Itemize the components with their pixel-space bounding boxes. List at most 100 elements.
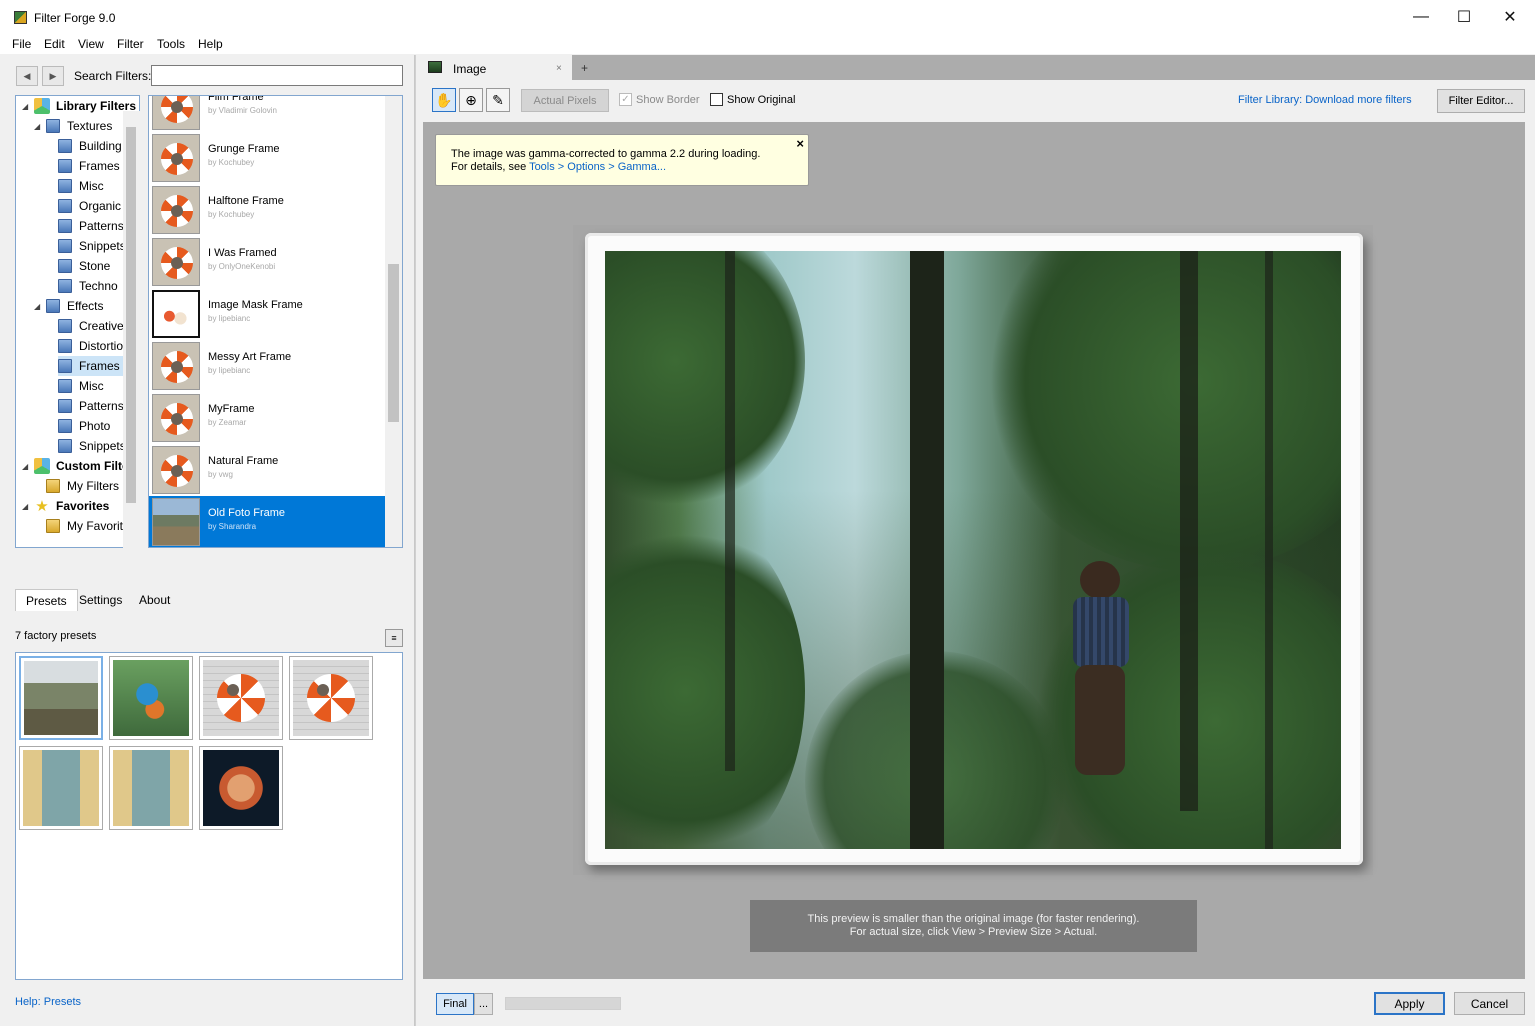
tree-item-label: Misc	[79, 379, 104, 393]
preset-thumbnail[interactable]	[19, 656, 103, 740]
preset-thumbnail[interactable]	[109, 746, 193, 830]
tree-item-label: Stone	[79, 259, 111, 273]
menu-file[interactable]: File	[12, 37, 31, 51]
filter-author: by vwg	[208, 470, 233, 479]
folder-icon	[58, 279, 72, 293]
tree-scrollbar[interactable]	[123, 111, 140, 548]
tree-item-label: Patterns	[79, 219, 124, 233]
close-notification-icon[interactable]: ×	[796, 137, 804, 150]
filter-list-item[interactable]: I Was Framed by OnlyOneKenobi	[149, 236, 386, 288]
filter-name: Messy Art Frame	[208, 351, 292, 363]
tree-item-label: Frames	[79, 159, 120, 173]
preset-menu-icon[interactable]: ≡	[385, 629, 403, 647]
zoom-tool-icon[interactable]: ⊕	[459, 88, 483, 112]
more-options-button[interactable]: ...	[474, 993, 493, 1015]
preset-thumbnail[interactable]	[289, 656, 373, 740]
filter-list-scrollbar[interactable]	[385, 96, 402, 547]
filter-author: by Sharandra	[208, 522, 257, 531]
preview-image	[573, 225, 1373, 875]
folder-icon	[46, 299, 60, 313]
filter-name: Natural Frame	[208, 455, 279, 467]
filter-library-link[interactable]: Filter Library: Download more filters	[1238, 94, 1412, 106]
filter-list-item[interactable]: Image Mask Frame by lipebianc	[149, 288, 386, 340]
cube-icon	[34, 458, 50, 474]
pane-splitter[interactable]	[415, 55, 423, 1026]
forward-arrow-icon[interactable]: ▶	[42, 66, 64, 86]
filter-author: by OnlyOneKenobi	[208, 262, 276, 271]
menu-view[interactable]: View	[78, 37, 104, 51]
tree-item-label: Patterns	[79, 399, 124, 413]
preset-image	[203, 660, 279, 736]
filter-editor-button[interactable]: Filter Editor...	[1437, 89, 1525, 113]
folder-icon	[58, 239, 72, 253]
tree-item-label: Frames	[79, 359, 120, 373]
eyedropper-tool-icon[interactable]: ✎	[486, 88, 510, 112]
expand-arrow-icon[interactable]: ◢	[34, 302, 44, 311]
filter-list-item[interactable]: Grunge Frame by Kochubey	[149, 132, 386, 184]
back-arrow-icon[interactable]: ◀	[16, 66, 38, 86]
final-button[interactable]: Final	[436, 993, 474, 1015]
filter-name: MyFrame	[208, 403, 255, 415]
tree-item-label: Effects	[67, 299, 104, 313]
menu-edit[interactable]: Edit	[44, 37, 65, 51]
preset-thumbnail[interactable]	[109, 656, 193, 740]
minimize-button[interactable]: —	[1398, 0, 1444, 34]
apply-button[interactable]: Apply	[1374, 992, 1445, 1015]
expand-arrow-icon[interactable]: ◢	[22, 102, 32, 111]
hand-tool-icon[interactable]: ✋	[432, 88, 456, 112]
menu-help[interactable]: Help	[198, 37, 223, 51]
preset-grid	[15, 652, 403, 980]
filter-list-scroll-thumb[interactable]	[388, 264, 399, 422]
search-input[interactable]	[151, 65, 403, 86]
tree-item-label: Textures	[67, 119, 113, 133]
tree-item-label: Techno	[79, 279, 118, 293]
preview-size-note: This preview is smaller than the origina…	[750, 900, 1197, 952]
tree-item-label: Snippets	[79, 239, 126, 253]
gamma-note-line2: For details, see Tools > Options > Gamma…	[451, 161, 793, 174]
filter-list-item[interactable]: Messy Art Frame by lipebianc	[149, 340, 386, 392]
filter-browser-pane: ◀ ▶ Search Filters: ◢ Library Filters ◢ Tex…	[0, 55, 415, 1026]
tree-scroll-thumb[interactable]	[126, 127, 136, 503]
preset-image	[203, 750, 279, 826]
close-tab-icon[interactable]: ×	[556, 63, 562, 74]
show-original-checkbox[interactable]: Show Original	[710, 93, 795, 106]
tab-about[interactable]: About	[129, 589, 180, 611]
actual-pixels-button[interactable]: Actual Pixels	[521, 89, 609, 112]
filter-thumbnail	[152, 186, 200, 234]
tab-settings[interactable]: Settings	[69, 589, 132, 611]
document-tab-bar: Image × +	[423, 55, 1535, 80]
show-border-checkbox[interactable]: ✓ Show Border	[619, 93, 700, 106]
gamma-options-link[interactable]: Tools > Options > Gamma...	[529, 161, 666, 173]
filter-author: by Vladimir Golovin	[208, 106, 277, 115]
filter-list-item[interactable]: Natural Frame by vwg	[149, 444, 386, 496]
filter-list-item[interactable]: MyFrame by Zeamar	[149, 392, 386, 444]
show-original-label: Show Original	[727, 93, 796, 106]
expand-arrow-icon[interactable]: ◢	[22, 502, 32, 511]
menu-tools[interactable]: Tools	[157, 37, 185, 51]
expand-arrow-icon[interactable]: ◢	[22, 462, 32, 471]
menu-filter[interactable]: Filter	[117, 37, 144, 51]
folder-icon	[58, 199, 72, 213]
folder-yellow-icon	[46, 479, 60, 493]
add-tab-button[interactable]: +	[581, 61, 588, 75]
preset-thumbnail[interactable]	[199, 656, 283, 740]
help-presets-link[interactable]: Help: Presets	[15, 996, 81, 1008]
preview-canvas[interactable]: The image was gamma-corrected to gamma 2…	[423, 122, 1525, 979]
preset-thumbnail[interactable]	[19, 746, 103, 830]
maximize-button[interactable]: ☐	[1441, 0, 1487, 34]
close-window-button[interactable]: ✕	[1487, 0, 1533, 34]
title-bar: Filter Forge 9.0 — ☐ ✕	[0, 0, 1535, 34]
folder-icon	[58, 359, 72, 373]
filter-thumbnail	[152, 498, 200, 546]
cancel-button[interactable]: Cancel	[1454, 992, 1525, 1015]
filter-list-item[interactable]: Old Foto Frame by Sharandra	[149, 496, 386, 547]
forest-photo	[605, 251, 1341, 849]
preset-thumbnail[interactable]	[199, 746, 283, 830]
filter-thumbnail	[152, 238, 200, 286]
filter-list-item[interactable]: Halftone Frame by Kochubey	[149, 184, 386, 236]
expand-arrow-icon[interactable]: ◢	[34, 122, 44, 131]
filter-thumbnail	[152, 446, 200, 494]
tab-image[interactable]: Image ×	[423, 55, 572, 80]
folder-icon	[58, 159, 72, 173]
filter-list-item[interactable]: Film Frame by Vladimir Golovin	[149, 96, 386, 132]
